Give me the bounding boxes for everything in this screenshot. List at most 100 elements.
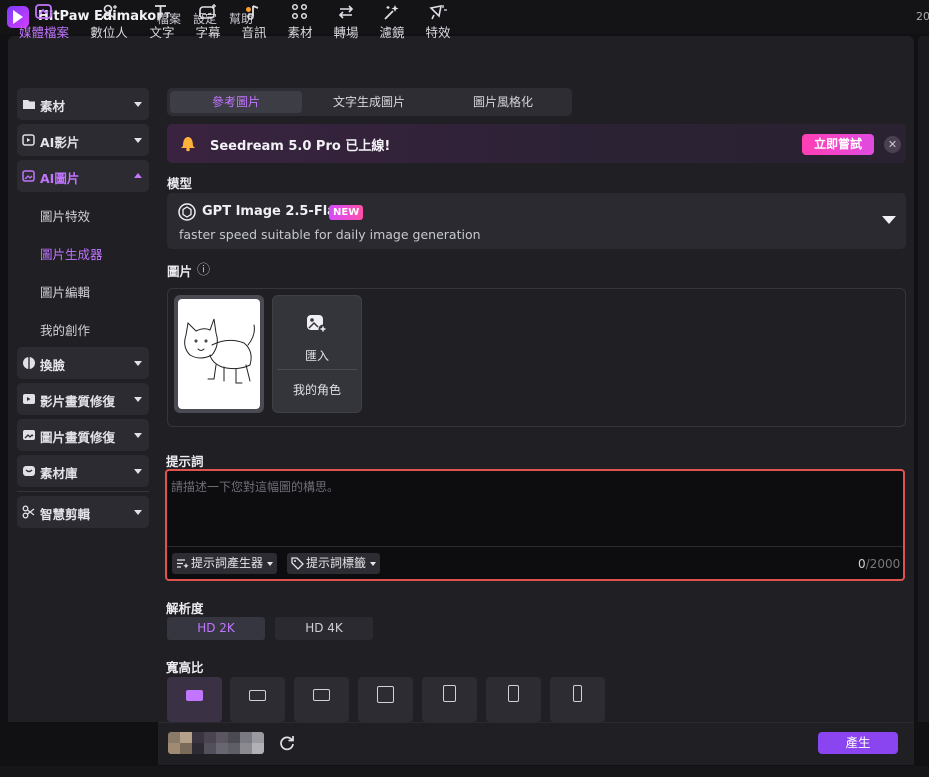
try-now-button[interactable]: 立即嘗試 — [802, 134, 874, 155]
tab-text-to-image[interactable]: 文字生成圖片 — [303, 91, 435, 113]
timeline-strip — [0, 766, 929, 777]
refresh-icon[interactable] — [278, 734, 296, 752]
image-section-label: 圖片 — [167, 264, 193, 279]
media-icon — [35, 4, 52, 19]
tool-label: 媒體檔案 — [19, 25, 70, 40]
prompt-tags-button[interactable]: 提示詞標籤 — [287, 553, 381, 574]
chevron-down-icon — [267, 562, 274, 566]
sidebar-subitem-my-creations[interactable]: 我的創作 — [40, 320, 90, 339]
aspect-ratio-option[interactable] — [294, 677, 349, 722]
banner-text: Seedream 5.0 Pro 已上線! — [210, 139, 391, 154]
tab-image-stylize[interactable]: 圖片風格化 — [437, 91, 569, 113]
generate-button[interactable]: 產生 — [818, 732, 898, 754]
chevron-up-icon — [134, 173, 142, 178]
prompt-generator-icon — [177, 559, 189, 569]
effects-icon — [429, 4, 447, 20]
avatar[interactable] — [168, 732, 264, 754]
tool-label: 音訊 — [241, 25, 267, 40]
tool-subtitle[interactable]: 字幕 — [183, 2, 233, 44]
tool-text[interactable]: 文字 — [137, 2, 187, 44]
sidebar-item-video-enhance[interactable]: 影片畫質修復 — [17, 383, 149, 415]
ratio-shape — [443, 685, 456, 702]
char-count-max: /2000 — [865, 557, 901, 571]
aspect-ratio-option[interactable] — [422, 677, 477, 722]
sidebar-subitem-image-generator[interactable]: 圖片生成器 — [40, 244, 103, 263]
resolution-2k-button[interactable]: HD 2K — [167, 617, 265, 640]
clock-text: 20 — [916, 10, 929, 23]
prompt-tags-label: 提示詞標籤 — [306, 556, 367, 570]
model-section-label: 模型 — [167, 176, 193, 191]
tool-assets[interactable]: 素材 — [275, 2, 325, 44]
aspect-ratio-option[interactable] — [358, 677, 413, 722]
prompt-section-label: 提示詞 — [166, 454, 204, 469]
sidebar-item-label: AI影片 — [40, 135, 80, 150]
bell-icon — [181, 137, 195, 152]
sidebar-item-ai-video[interactable]: AI影片 — [17, 124, 149, 156]
tool-label: 濾鏡 — [379, 25, 405, 40]
music-icon — [247, 5, 259, 20]
prompt-input[interactable] — [171, 478, 899, 538]
tool-audio[interactable]: 音訊 — [229, 2, 279, 44]
sidebar-item-label: AI圖片 — [40, 171, 80, 186]
bottom-bar — [158, 722, 914, 765]
add-image-icon — [307, 315, 328, 334]
char-count-current: 0 — [858, 557, 866, 571]
resolution-4k-button[interactable]: HD 4K — [275, 617, 373, 640]
my-role-button[interactable]: 我的角色 — [272, 381, 362, 398]
sidebar-item-label: 智慧剪輯 — [40, 507, 91, 522]
tool-label: 轉場 — [333, 25, 359, 40]
tool-transition[interactable]: 轉場 — [321, 2, 371, 44]
import-label: 匯入 — [304, 349, 329, 363]
tool-media[interactable]: 媒體檔案 — [19, 2, 69, 44]
tool-effects[interactable]: 特效 — [413, 2, 463, 44]
filter-icon — [384, 5, 399, 20]
sidebar-item-ai-image[interactable]: AI圖片 — [17, 160, 149, 192]
tool-filter[interactable]: 濾鏡 — [367, 2, 417, 44]
sidebar-item-smart-edit[interactable]: 智慧剪輯 — [17, 496, 149, 528]
library-icon — [23, 466, 35, 476]
tool-digital-human[interactable]: 數位人 — [84, 2, 134, 44]
ai-image-icon — [22, 170, 35, 182]
aspect-ratio-option[interactable] — [230, 677, 285, 722]
prompt-divider — [167, 546, 903, 547]
character-counter: 0/2000 — [858, 557, 900, 571]
prompt-generator-button[interactable]: 提示詞產生器 — [172, 553, 278, 574]
sidebar-subitem-image-effects[interactable]: 圖片特效 — [40, 206, 90, 225]
aspect-ratio-option[interactable] — [550, 677, 605, 722]
chevron-down-icon[interactable] — [882, 216, 896, 224]
sidebar-item-assets[interactable]: 素材 — [17, 88, 149, 120]
sidebar-subitem-image-edit[interactable]: 圖片編輯 — [40, 282, 90, 301]
chevron-down-icon — [134, 469, 142, 474]
sidebar-divider — [17, 491, 149, 492]
ratio-shape — [377, 686, 394, 703]
ratio-shape — [186, 690, 203, 701]
chevron-down-icon — [370, 562, 377, 566]
tool-label: 素材 — [287, 25, 313, 40]
sidebar-item-face-swap[interactable]: 換臉 — [17, 347, 149, 379]
transition-icon — [338, 5, 354, 19]
openai-logo-icon — [178, 203, 196, 221]
preview-panel-edge — [918, 36, 929, 722]
chevron-down-icon — [134, 138, 142, 143]
ratio-shape — [508, 685, 519, 702]
sidebar-item-library[interactable]: 素材庫 — [17, 455, 149, 487]
tool-label: 數位人 — [90, 25, 128, 40]
info-icon[interactable]: ⓘ — [197, 259, 210, 278]
prompt-generator-label: 提示詞產生器 — [191, 556, 264, 570]
resolution-section-label: 解析度 — [166, 601, 204, 616]
chevron-down-icon — [134, 510, 142, 515]
ratio-shape — [573, 685, 582, 702]
chevron-down-icon — [134, 397, 142, 402]
digital-human-icon — [101, 4, 117, 20]
sidebar-item-image-enhance[interactable]: 圖片畫質修復 — [17, 419, 149, 451]
sidebar-item-label: 素材 — [40, 99, 66, 114]
folder-icon — [23, 100, 35, 109]
chevron-down-icon — [134, 361, 142, 366]
sidebar-item-label: 影片畫質修復 — [40, 394, 116, 409]
aspect-ratio-option[interactable] — [167, 677, 222, 722]
aspect-ratio-option[interactable] — [486, 677, 541, 722]
tab-reference-image[interactable]: 參考圖片 — [170, 91, 302, 113]
subtitle-icon — [199, 4, 216, 19]
close-icon[interactable]: ✕ — [884, 136, 901, 153]
reference-image-thumbnail — [178, 299, 260, 409]
